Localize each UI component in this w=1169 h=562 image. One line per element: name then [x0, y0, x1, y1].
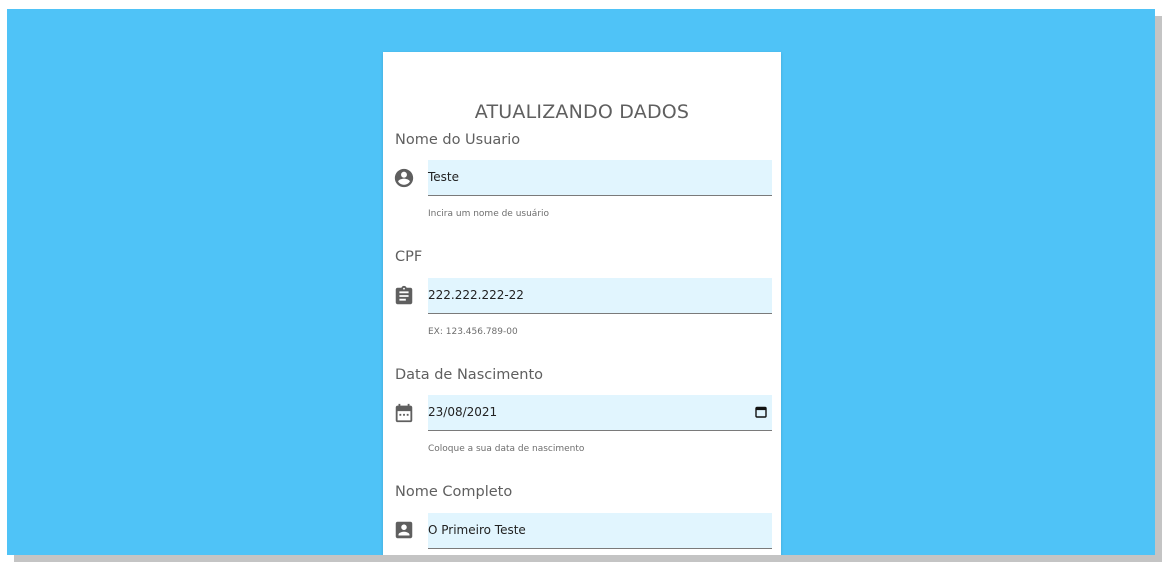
birthdate-value: 23/08/2021	[428, 405, 498, 419]
cpf-helper-text: EX: 123.456.789-00	[428, 327, 518, 337]
cpf-value: 222.222.222-22	[428, 288, 524, 302]
birthdate-label: Data de Nascimento	[395, 367, 544, 383]
date-picker-icon[interactable]	[755, 406, 767, 418]
form-title: ATUALIZANDO DADOS	[474, 101, 690, 123]
update-form-card: ATUALIZANDO DADOS Nome do Usuario Teste …	[383, 52, 781, 555]
clipboard-text-icon	[393, 285, 415, 307]
birthdate-input[interactable]: 23/08/2021	[428, 395, 772, 431]
username-helper-text: Incira um nome de usuário	[428, 209, 550, 219]
username-value: Teste	[428, 170, 460, 184]
account-box-icon	[393, 519, 415, 541]
calendar-icon	[393, 402, 415, 424]
username-label: Nome do Usuario	[395, 132, 521, 148]
cpf-label: CPF	[395, 249, 423, 265]
page-background: ATUALIZANDO DADOS Nome do Usuario Teste …	[7, 9, 1155, 555]
cpf-input[interactable]: 222.222.222-22	[428, 278, 772, 314]
account-circle-icon	[393, 167, 415, 189]
fullname-value: O Primeiro Teste	[428, 523, 526, 537]
fullname-input[interactable]: O Primeiro Teste	[428, 513, 772, 549]
username-input[interactable]: Teste	[428, 160, 772, 196]
birthdate-helper-text: Coloque a sua data de nascimento	[428, 444, 585, 454]
fullname-label: Nome Completo	[395, 484, 513, 500]
